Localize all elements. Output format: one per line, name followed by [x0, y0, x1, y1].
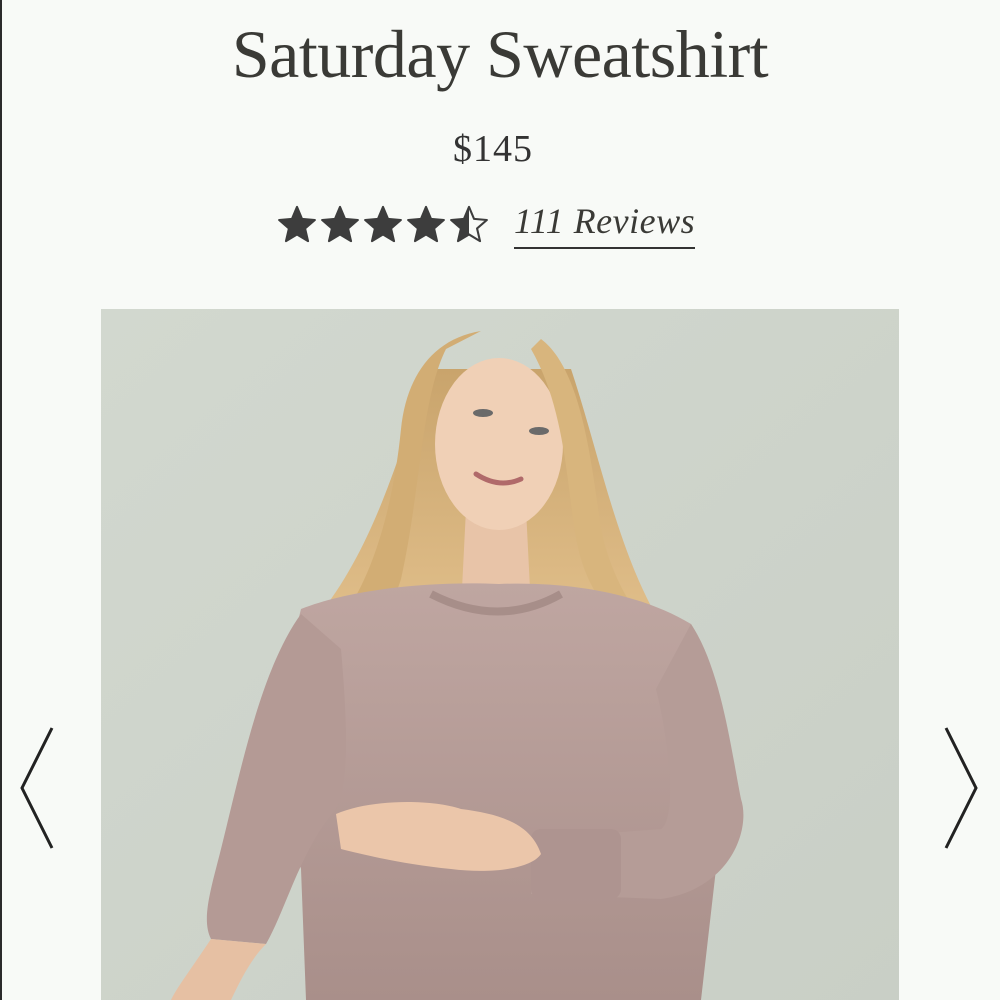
product-photo[interactable]: [101, 309, 899, 1000]
star-rating: [278, 205, 488, 243]
chevron-right-icon: [944, 727, 978, 849]
chevron-left-icon: [20, 727, 54, 849]
model-wearing-sweatshirt-illustration: [101, 309, 899, 1000]
star-full-icon: [364, 205, 402, 243]
product-page: Saturday Sweatshirt $145 111 Reviews: [0, 0, 1000, 1000]
previous-image-button[interactable]: [18, 726, 58, 850]
star-full-icon: [321, 205, 359, 243]
next-image-button[interactable]: [940, 726, 980, 850]
star-full-icon: [278, 205, 316, 243]
star-full-icon: [407, 205, 445, 243]
reviews-link[interactable]: 111 Reviews: [514, 199, 696, 249]
product-price: $145: [453, 128, 533, 170]
product-title: Saturday Sweatshirt: [231, 16, 769, 92]
star-half-icon: [450, 205, 488, 243]
rating-row: 111 Reviews: [278, 196, 696, 252]
